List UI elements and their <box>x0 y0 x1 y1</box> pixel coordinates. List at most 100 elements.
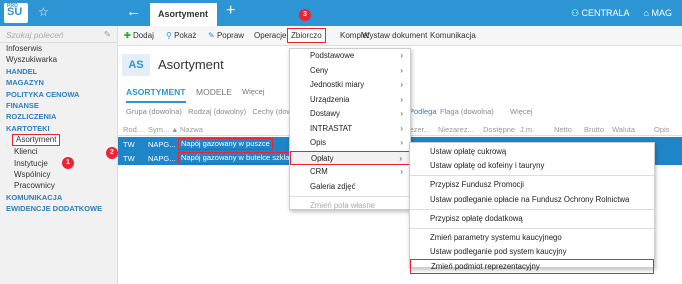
add-tab-icon[interactable]: + <box>226 2 235 20</box>
filter-type[interactable]: Rodzaj (dowolny) <box>188 107 246 116</box>
submenu-deposit-params[interactable]: Zmień parametry systemu kaucyjnego <box>410 231 654 245</box>
sidebar-item-polityka-cenowa[interactable]: POLITYKA CENOWA <box>0 89 117 100</box>
menu-item-4[interactable]: Dostawy › <box>290 107 410 122</box>
sidebar-item-finanse[interactable]: FINANSE <box>0 100 117 111</box>
submenu-separator <box>410 227 654 229</box>
tab-modele[interactable]: MODELE <box>196 87 232 97</box>
top-bar: PRO SU ☆ ← Asortyment + ⚇ CENTRALA ⌂ MAG <box>0 0 682 26</box>
submenu-separator <box>410 175 654 177</box>
search-icon: ⚲ <box>166 31 172 40</box>
operations-button[interactable]: Operacje <box>254 31 286 40</box>
sidebar-item-rozliczenia[interactable]: ROZLICZENIA <box>0 111 117 122</box>
col-description[interactable]: Opis <box>654 125 669 134</box>
sidebar-item-asortyment[interactable]: Asortyment <box>12 134 61 147</box>
submenu-change-representative[interactable]: Zmień podmiot reprezentacyjny <box>410 259 654 274</box>
col-unreserved[interactable]: Niezarez... <box>438 125 474 134</box>
menu-item-1[interactable]: Ceny › <box>290 64 410 79</box>
chevron-right-icon: › <box>399 153 402 163</box>
tab-more[interactable]: Więcej <box>242 87 265 96</box>
toolbar: ✚ Dodaj ⚲ Pokaż ✎ Popraw Operacje Zbiorc… <box>118 26 682 46</box>
chevron-right-icon: › <box>400 94 403 104</box>
col-type[interactable]: Rod... <box>123 125 143 134</box>
cell-symbol: NAPG... <box>148 140 176 149</box>
sidebar-item-handel[interactable]: HANDEL <box>0 66 117 77</box>
submenu-additional-fee[interactable]: Przypisz opłatę dodatkową <box>410 212 654 226</box>
menu-item-8[interactable]: CRM › <box>290 165 410 180</box>
submenu-separator <box>410 208 654 210</box>
module-badge: AS <box>122 54 150 76</box>
sidebar-item-magazyn[interactable]: MAGAZYN <box>0 77 117 88</box>
menu-item-label: Jednostki miary <box>310 80 365 89</box>
callout-2: 2 <box>106 147 118 159</box>
chevron-right-icon: › <box>400 138 403 147</box>
sort-up-icon: ▲ <box>171 125 179 134</box>
chevron-right-icon: › <box>400 109 403 118</box>
menu-item-5[interactable]: INTRASTAT › <box>290 122 410 137</box>
sidebar-item-infoserwis[interactable]: Infoserwis <box>0 43 117 54</box>
col-currency[interactable]: Waluta <box>612 125 635 134</box>
callout-3: 3 <box>299 9 311 21</box>
col-net[interactable]: Netto <box>554 125 572 134</box>
pin-icon[interactable]: ✎ <box>104 29 111 40</box>
col-unit[interactable]: J.m. <box>520 125 534 134</box>
sidebar-item-instytucje[interactable]: Instytucje <box>0 158 117 169</box>
menu-item-6[interactable]: Opis › <box>290 136 410 151</box>
edit-button[interactable]: ✎ Popraw <box>208 31 244 40</box>
menu-item-custom-fields[interactable]: Zmień pola własne <box>290 199 410 214</box>
fees-submenu: Ustaw opłatę cukrową Ustaw opłatę od kof… <box>409 142 655 274</box>
filter-bar: Grupa (dowolna) Rodzaj (dowolny) Cechy (… <box>126 107 292 116</box>
chevron-right-icon: › <box>400 51 403 60</box>
menu-item-label: INTRASTAT <box>310 123 353 133</box>
chevron-right-icon: › <box>400 123 403 133</box>
submenu-sugar-fee[interactable]: Ustaw opłatę cukrową <box>410 145 654 159</box>
menu-item-2[interactable]: Jednostki miary › <box>290 78 410 93</box>
tab-asortyment[interactable]: Asortyment <box>150 3 217 26</box>
mag-button[interactable]: ⌂ MAG <box>644 8 672 18</box>
menu-item-label: Urządzenia <box>310 94 350 104</box>
plus-icon: ✚ <box>124 31 131 40</box>
star-icon[interactable]: ☆ <box>38 5 49 19</box>
back-arrow-icon[interactable]: ← <box>126 3 141 20</box>
col-available[interactable]: Dostępne <box>483 125 515 134</box>
filter-flag[interactable]: Flaga (dowolna) <box>440 107 494 116</box>
menu-item-7[interactable]: Opłaty › <box>290 150 410 165</box>
submenu-caffeine-fee[interactable]: Ustaw opłatę od kofeiny i tauryny <box>410 159 654 173</box>
centrala-button[interactable]: ⚇ CENTRALA <box>571 8 629 18</box>
communication-button[interactable]: Komunikacja <box>430 31 476 40</box>
submenu-agriculture-fund[interactable]: Ustaw podleganie opłacie na Fundusz Ochr… <box>410 193 654 207</box>
callout-1: 1 <box>62 157 74 169</box>
issue-document-button[interactable]: Wystaw dokument <box>362 31 427 40</box>
sidebar-item-klienci[interactable]: Klienci <box>0 146 117 157</box>
menu-separator <box>290 196 410 197</box>
chevron-right-icon: › <box>400 80 403 89</box>
page-title: Asortyment <box>158 57 224 72</box>
menu-item-9[interactable]: Galeria zdjęć <box>290 180 410 195</box>
menu-item-0[interactable]: Podstawowe › <box>290 49 410 64</box>
sidebar-item-pracownicy[interactable]: Pracownicy <box>0 180 117 191</box>
sidebar-item-wspólnicy[interactable]: Wspólnicy <box>0 169 117 180</box>
show-button[interactable]: ⚲ Pokaż <box>166 31 196 40</box>
pencil-icon: ✎ <box>208 31 215 40</box>
sidebar-item-ewidencje-dodatkowe[interactable]: EWIDENCJE DODATKOWE <box>0 203 117 214</box>
bulk-dropdown-menu: Podstawowe › Ceny › Jednostki miary › Urządzen… <box>289 48 411 210</box>
col-name[interactable]: Nazwa <box>180 125 203 134</box>
search-input[interactable]: Szukaj poleceń ✎ <box>0 26 117 43</box>
col-symbol[interactable]: Sym... <box>148 125 169 134</box>
tab-asortyment-list[interactable]: ASORTYMENT <box>126 87 186 103</box>
add-button[interactable]: ✚ Dodaj <box>124 31 154 40</box>
menu-item-3[interactable]: Urządzenia › <box>290 93 410 108</box>
menu-item-label: Opis <box>310 138 327 147</box>
sidebar-item-wyszukiwarka[interactable]: Wyszukiwarka <box>0 54 117 65</box>
col-gross[interactable]: Brutto <box>584 125 604 134</box>
filter-features[interactable]: Cechy (dow <box>252 107 292 116</box>
bulk-button[interactable]: Zbiorczo <box>287 28 326 43</box>
filter-more[interactable]: Więcej <box>510 107 533 116</box>
filter-subject[interactable]: Podlega <box>409 107 437 116</box>
submenu-deposit-system[interactable]: Ustaw podleganie pod system kaucyjny <box>410 245 654 259</box>
app-logo[interactable]: PRO SU <box>4 3 28 23</box>
cell-symbol: NAPG... <box>148 154 176 163</box>
filter-group[interactable]: Grupa (dowolna) <box>126 107 182 116</box>
sidebar-item-komunikacja[interactable]: KOMUNIKACJA <box>0 192 117 203</box>
sidebar-item-kartoteki[interactable]: KARTOTEKI <box>0 123 117 134</box>
submenu-promotion-fund[interactable]: Przypisz Fundusz Promocji <box>410 178 654 192</box>
